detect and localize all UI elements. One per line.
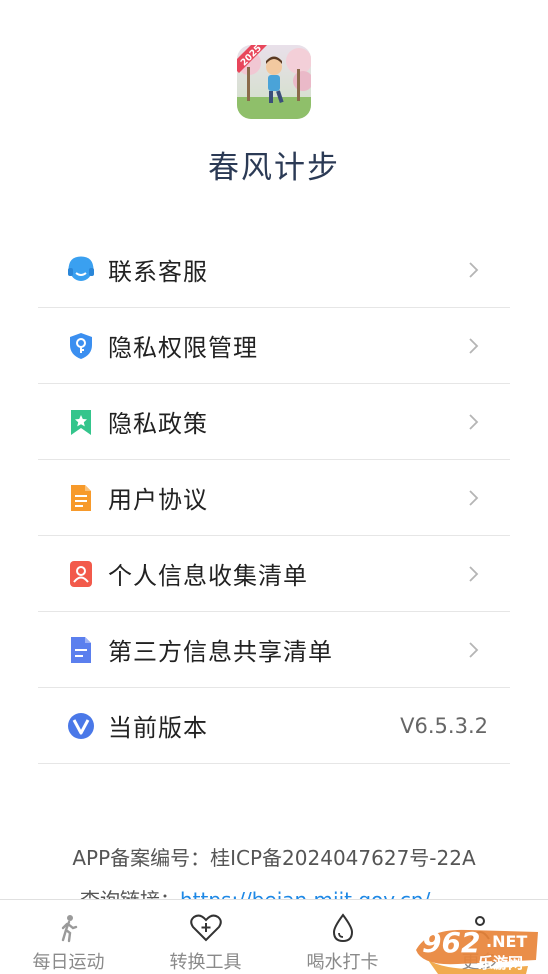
chevron-right-icon: [469, 262, 479, 278]
tab-daily-exercise[interactable]: 每日运动: [0, 900, 137, 974]
menu-item-privacy-policy[interactable]: 隐私政策: [38, 384, 510, 460]
version-v-icon: [66, 711, 96, 741]
chevron-right-icon: [469, 642, 479, 658]
menu-item-label: 联系客服: [108, 258, 208, 286]
menu-item-contact-service[interactable]: 联系客服: [38, 232, 510, 308]
shield-key-icon: [66, 331, 96, 361]
menu-item-label: 个人信息收集清单: [108, 562, 308, 590]
watermark-text: 乐游网: [478, 954, 524, 972]
version-number: V6.5.3.2: [400, 713, 488, 738]
customer-service-icon: [66, 255, 96, 285]
menu-item-label: 当前版本: [108, 714, 208, 742]
file-list-icon: [66, 635, 96, 665]
menu-item-label: 隐私政策: [108, 410, 208, 438]
menu-item-personal-info-list[interactable]: 个人信息收集清单: [38, 536, 510, 612]
chevron-right-icon: [469, 566, 479, 582]
tab-label: 转换工具: [169, 952, 242, 973]
bookmark-star-icon: [66, 407, 96, 437]
tab-water-checkin[interactable]: 喝水打卡: [274, 900, 411, 974]
menu-item-label: 第三方信息共享清单: [108, 638, 333, 666]
document-icon: [66, 483, 96, 513]
chevron-right-icon: [469, 490, 479, 506]
app-title: 春风计步: [208, 150, 340, 186]
watermark-number: 962: [422, 926, 481, 959]
menu-item-label: 隐私权限管理: [108, 334, 258, 362]
tab-conversion-tools[interactable]: 转换工具: [137, 900, 274, 974]
chevron-right-icon: [469, 338, 479, 354]
tab-label: 每日运动: [32, 952, 105, 973]
icp-record-number: APP备案编号：桂ICP备2024047627号-22A: [72, 846, 476, 870]
chevron-right-icon: [469, 414, 479, 430]
heart-plus-icon: [189, 912, 223, 944]
settings-menu: 联系客服 隐私权限管理 隐私政策 用户协议 个人信息收集清单 第三方信息共享清单…: [38, 232, 510, 764]
person-card-icon: [66, 559, 96, 589]
menu-item-third-party-sharing[interactable]: 第三方信息共享清单: [38, 612, 510, 688]
menu-item-label: 用户协议: [108, 486, 208, 514]
menu-item-privacy-permissions[interactable]: 隐私权限管理: [38, 308, 510, 384]
tab-label: 喝水打卡: [306, 952, 379, 973]
walking-person-icon: [52, 912, 86, 944]
app-logo: 2025: [237, 45, 311, 119]
menu-item-user-agreement[interactable]: 用户协议: [38, 460, 510, 536]
watermark-suffix: .NET: [486, 932, 528, 951]
menu-item-current-version[interactable]: 当前版本 V6.5.3.2: [38, 688, 510, 764]
water-drop-icon: [326, 912, 360, 944]
